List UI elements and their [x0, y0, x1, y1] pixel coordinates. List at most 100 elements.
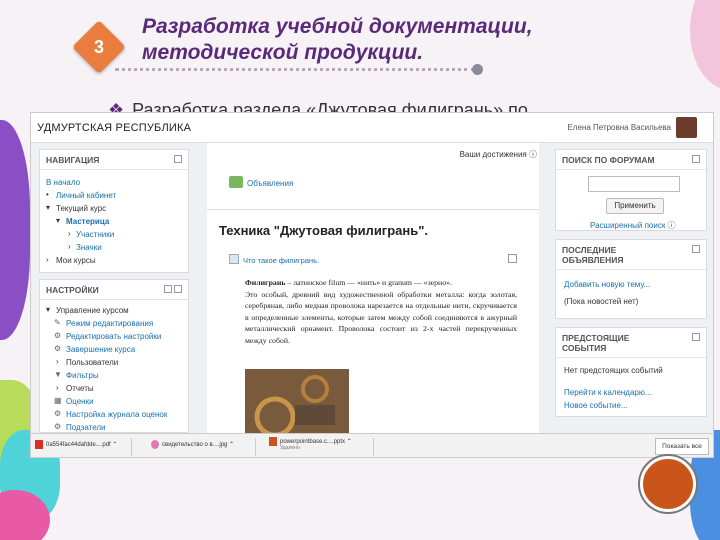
nav-my-courses[interactable]: Мои курсы [56, 256, 96, 265]
apply-button[interactable]: Применить [606, 198, 664, 214]
help-icon[interactable]: ⓘ [529, 150, 537, 159]
pdf-file-icon [35, 440, 43, 449]
forum-search-title: ПОИСК ПО ФОРУМАМ [562, 155, 655, 165]
expand-icon[interactable]: ▾ [46, 203, 50, 212]
advanced-search-label: Расширенный поиск [590, 221, 666, 230]
chevron-up-icon[interactable]: ⌃ [347, 439, 352, 445]
calendar-link[interactable]: Перейти к календарю... [564, 388, 652, 397]
events-title: ПРЕДСТОЯЩИЕ СОБЫТИЯ [562, 333, 630, 353]
download-separator [373, 438, 374, 456]
gear-icon: ⚙ [54, 409, 62, 418]
bullet-icon: • [46, 190, 49, 199]
grades-icon: ▦ [54, 396, 62, 405]
move-icon[interactable] [164, 285, 172, 293]
collapse-icon[interactable] [692, 155, 700, 163]
download-bar: 0a554fac44dafdde....pdf ⌃ свидетельство … [31, 433, 713, 457]
expand-icon[interactable]: › [56, 357, 59, 366]
download-separator [255, 438, 256, 456]
settings-block-header: НАСТРОЙКИ [40, 280, 188, 300]
settings-course-completion[interactable]: Завершение курса [66, 345, 135, 354]
settings-users[interactable]: Пользователи [66, 358, 118, 367]
achievements-label: Ваши достижения [459, 150, 527, 159]
pptx-file-icon [269, 437, 277, 446]
filigree-term: Филигрань [245, 278, 286, 287]
deco-purple-blob [0, 120, 30, 340]
user-name[interactable]: Елена Петровна Васильева [567, 123, 671, 132]
nav-current-course[interactable]: Текущий курс [56, 204, 106, 213]
help-icon[interactable]: ⓘ [668, 221, 676, 230]
no-events-text: Нет предстоящих событий [564, 366, 663, 375]
download-item[interactable]: powerpointbase.c....pptx ⌃ Удалено [269, 437, 352, 451]
nav-home[interactable]: В начало [46, 178, 80, 187]
achievements-link[interactable]: Ваши достижения ⓘ [460, 149, 537, 160]
nav-participants[interactable]: Участники [76, 230, 114, 239]
completion-checkbox[interactable] [508, 254, 517, 263]
settings-gradebook-setup[interactable]: Настройка журнала оценок [66, 410, 167, 419]
navigation-block-header: НАВИГАЦИЯ [40, 150, 188, 170]
download-item[interactable]: 0a554fac44dafdde....pdf ⌃ [35, 440, 117, 449]
expand-icon[interactable]: ▾ [46, 305, 50, 314]
gear-icon: ⚙ [54, 422, 62, 431]
collapse-icon[interactable] [692, 245, 700, 253]
filter-icon: ▼ [54, 370, 62, 379]
site-name[interactable]: УДМУРТСКАЯ РЕСПУБЛИКА [37, 122, 191, 134]
filigree-photo-art [245, 369, 349, 433]
what-is-filigree-link[interactable]: Что такое филигрань. [243, 256, 319, 265]
download-status: Удалено [280, 445, 300, 451]
news-block: ПОСЛЕДНИЕ ОБЪЯВЛЕНИЯ Добавить новую тему… [555, 239, 707, 319]
settings-filters[interactable]: Фильтры [66, 371, 99, 380]
filigree-description: Филигрань – латинское filum — «нить» и g… [245, 277, 517, 347]
events-header: ПРЕДСТОЯЩИЕ СОБЫТИЯ [556, 328, 706, 358]
settings-reports[interactable]: Отчеты [66, 384, 94, 393]
show-all-button[interactable]: Показать все [655, 438, 709, 455]
collapse-icon[interactable] [174, 285, 182, 293]
nav-course-name[interactable]: Мастерица [66, 217, 109, 226]
dotted-divider [115, 68, 475, 71]
settings-grades[interactable]: Оценки [66, 397, 94, 406]
download-item[interactable]: свидетельство о в....jpg ⌃ [151, 440, 234, 449]
settings-course-admin[interactable]: Управление курсом [56, 306, 129, 315]
filigree-etymology: – латинское filum — «нить» и granum — «з… [285, 278, 452, 287]
add-topic-link[interactable]: Добавить новую тему... [564, 280, 650, 289]
slide-title: Разработка учебной документации, методич… [142, 15, 533, 64]
gear-icon: ⚙ [54, 344, 62, 353]
settings-edit-mode[interactable]: Режим редактирования [66, 319, 153, 328]
navigation-block-title: НАВИГАЦИЯ [46, 155, 100, 165]
forum-icon [229, 176, 243, 188]
nav-dashboard[interactable]: Личный кабинет [56, 191, 116, 200]
forum-search-input[interactable] [588, 176, 680, 192]
news-header: ПОСЛЕДНИЕ ОБЪЯВЛЕНИЯ [556, 240, 706, 270]
section-number: 3 [93, 36, 104, 57]
pencil-icon: ✎ [54, 318, 61, 327]
advanced-search-link[interactable]: Расширенный поиск ⓘ [590, 220, 676, 231]
filigree-body: Это особый, древний вид художественной о… [245, 289, 517, 345]
settings-edit-settings[interactable]: Редактировать настройки [66, 332, 161, 341]
browser-screenshot: УДМУРТСКАЯ РЕСПУБЛИКА Елена Петровна Вас… [30, 112, 714, 458]
gear-icon: ⚙ [54, 331, 62, 340]
nav-badges[interactable]: Значки [76, 243, 102, 252]
page-icon [229, 254, 239, 264]
expand-icon[interactable]: › [46, 255, 49, 264]
settings-block: НАСТРОЙКИ ▾ Управление курсом ✎ Режим ре… [39, 279, 189, 433]
collapse-icon[interactable] [692, 333, 700, 341]
chevron-up-icon[interactable]: ⌃ [112, 442, 117, 448]
collapse-icon[interactable] [174, 155, 182, 163]
expand-icon[interactable]: › [68, 229, 71, 238]
news-title: ПОСЛЕДНИЕ ОБЪЯВЛЕНИЯ [562, 245, 624, 265]
new-event-link[interactable]: Новое событие... [564, 401, 628, 410]
chevron-up-icon[interactable]: ⌃ [229, 442, 234, 448]
avatar[interactable] [676, 117, 697, 138]
course-page: НАВИГАЦИЯ В начало • Личный кабинет ▾ Те… [31, 143, 713, 433]
no-news-text: (Пока новостей нет) [564, 297, 639, 306]
download-separator [131, 438, 132, 456]
settings-block-title: НАСТРОЙКИ [46, 285, 99, 295]
main-content: Ваши достижения ⓘ Объявления Техника "Дж… [207, 143, 539, 433]
settings-more[interactable]: Подзатели [66, 423, 106, 432]
download-filename: свидетельство о в....jpg [162, 442, 228, 449]
expand-icon[interactable]: › [68, 242, 71, 251]
section-title: Техника "Джутовая филигрань". [219, 223, 429, 238]
announcements-link[interactable]: Объявления [247, 179, 293, 188]
expand-icon[interactable]: ▾ [56, 216, 60, 225]
download-filename: 0a554fac44dafdde....pdf [46, 442, 111, 449]
expand-icon[interactable]: › [56, 383, 59, 392]
